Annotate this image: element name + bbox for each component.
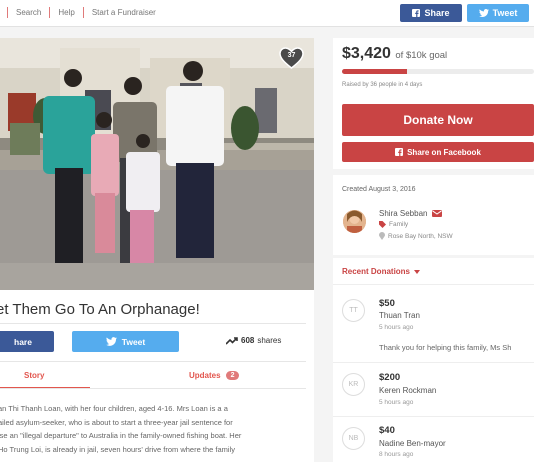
tab-updates-label: Updates	[189, 371, 221, 380]
campaign-panel: 37 et Them Go To An Orphanage! hare Twee…	[0, 38, 314, 462]
nav-search-link[interactable]: Search	[16, 8, 41, 17]
shares-label: shares	[257, 336, 282, 345]
organizer-card: Created August 3, 2016 Shira Sebban Fami…	[333, 175, 534, 255]
progress-fill	[342, 69, 408, 74]
organizer-photo	[343, 210, 366, 233]
donation-divider	[333, 362, 534, 363]
story-text: an Thi Thanh Loan, with her four childre…	[0, 402, 306, 456]
tab-story[interactable]: Story	[24, 371, 44, 380]
top-nav: Search Help Start a Fundraiser	[0, 7, 156, 18]
tab-updates[interactable]: Updates 2	[189, 371, 240, 380]
progress-bar	[342, 69, 534, 74]
category-label[interactable]: Family	[389, 221, 408, 228]
campaign-title: et Them Go To An Orphanage!	[0, 301, 200, 318]
recent-donations-divider	[333, 284, 534, 285]
updates-count-badge: 2	[225, 371, 240, 380]
caret-down-icon	[414, 269, 421, 274]
donor-avatar: KR	[342, 373, 365, 396]
amount-value: $3,420	[342, 45, 391, 62]
donor-avatar: TT	[342, 299, 365, 322]
top-twitter-share-button[interactable]: Tweet	[467, 4, 529, 22]
share-divider	[0, 361, 306, 362]
donation-amount: $50	[379, 298, 395, 309]
story-line: an Thi Thanh Loan, with her four childre…	[0, 404, 228, 413]
facebook-share-label: hare	[14, 336, 32, 347]
nav-start-fundraiser-link[interactable]: Start a Fundraiser	[92, 8, 156, 17]
donation-amount: $200	[379, 372, 401, 383]
location-row: Rose Bay North, NSW	[379, 232, 453, 240]
title-divider	[0, 323, 306, 324]
top-bar: Search Help Start a Fundraiser Share Twe…	[0, 0, 534, 27]
goal-text: of $10k goal	[395, 50, 448, 61]
category-row: Family	[379, 221, 408, 228]
twitter-share-label: Tweet	[121, 336, 146, 347]
organizer-name[interactable]: Shira Sebban	[379, 209, 427, 218]
amount-raised: $3,420 of $10k goal	[342, 45, 447, 63]
top-facebook-share-label: Share	[424, 8, 450, 18]
donation-time: 5 hours ago	[379, 324, 414, 331]
story-line: ailed asylum-seeker, who is about to sta…	[0, 417, 233, 427]
map-pin-icon	[379, 232, 385, 240]
donor-name: Keren Rockman	[379, 386, 437, 395]
campaign-photo[interactable]: 37	[0, 38, 314, 290]
sidebar: $3,420 of $10k goal Raised by 36 people …	[333, 38, 534, 462]
hearts-count: 37	[287, 52, 296, 59]
donor-avatar: NB	[342, 427, 365, 450]
donation-message: Thank you for helping this family, Ms Sh	[379, 343, 512, 352]
campaign-photo-illustration	[0, 38, 314, 290]
facebook-share-button[interactable]: hare	[0, 331, 54, 352]
top-facebook-share-button[interactable]: Share	[400, 4, 462, 22]
favorite-heart-button[interactable]: 37	[279, 47, 304, 69]
twitter-share-button[interactable]: Tweet	[72, 331, 179, 352]
story-line: Ho Trung Loi, is already in jail, seven …	[0, 444, 235, 454]
organizer-avatar[interactable]	[343, 210, 366, 233]
organizer-name-row: Shira Sebban	[379, 209, 443, 218]
tabs-divider	[0, 388, 306, 389]
email-icon[interactable]	[432, 210, 443, 217]
facebook-icon	[412, 9, 421, 17]
donation-time: 8 hours ago	[379, 451, 414, 458]
share-on-facebook-label: Share on Facebook	[407, 147, 481, 157]
story-line: ise an "illegal departure" to Australia …	[0, 431, 242, 440]
donate-now-button[interactable]: Donate Now	[342, 104, 534, 136]
donor-name: Thuan Tran	[379, 311, 420, 320]
donation-time: 5 hours ago	[379, 399, 414, 406]
donation-amount: $40	[379, 425, 395, 436]
nav-help-link[interactable]: Help	[58, 8, 74, 17]
recent-donations-card: Recent Donations TT $50 Thuan Tran 5 hou…	[333, 258, 534, 462]
trending-up-icon	[226, 336, 238, 345]
facebook-icon	[395, 148, 404, 156]
donation-divider	[333, 416, 534, 417]
shares-number: 608	[241, 336, 255, 345]
share-count: 608 shares	[226, 336, 281, 345]
funding-card: $3,420 of $10k goal Raised by 36 people …	[333, 38, 534, 169]
recent-donations-dropdown[interactable]: Recent Donations	[342, 267, 421, 276]
location-label[interactable]: Rose Bay North, NSW	[388, 233, 453, 240]
twitter-bird-icon	[478, 9, 489, 17]
top-twitter-share-label: Tweet	[492, 8, 518, 18]
raised-by-text: Raised by 36 people in 4 days	[342, 82, 423, 88]
created-date: Created August 3, 2016	[342, 186, 416, 193]
tag-icon	[379, 221, 386, 228]
twitter-bird-icon	[105, 337, 117, 346]
share-on-facebook-button[interactable]: Share on Facebook	[342, 142, 534, 162]
recent-donations-label: Recent Donations	[342, 267, 411, 276]
donor-name: Nadine Ben-mayor	[379, 439, 446, 448]
